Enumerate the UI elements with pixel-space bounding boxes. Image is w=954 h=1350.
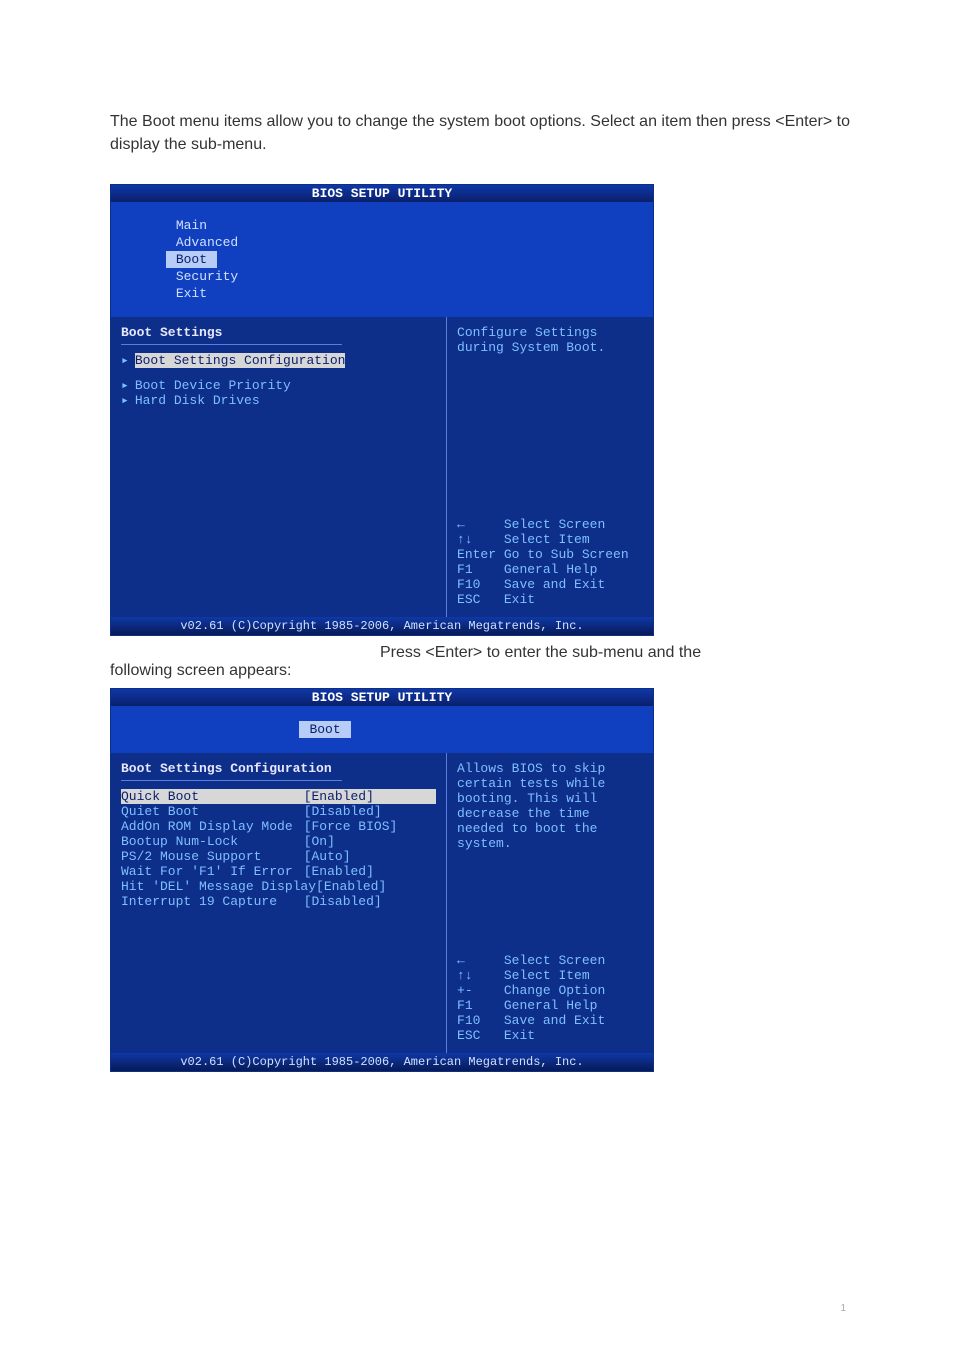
bios-key-legend: ← Select Screen ↑↓ Select Item Enter Go … (457, 517, 643, 607)
option-value: [On] (304, 834, 436, 849)
bios-menubar[interactable]: Main Advanced Boot Security Exit (111, 202, 653, 317)
bios-title: BIOS SETUP UTILITY (111, 689, 653, 706)
bios-help-text: Configure Settings during System Boot. (457, 325, 643, 355)
bios-title: BIOS SETUP UTILITY (111, 185, 653, 202)
option-label: Quiet Boot (121, 804, 304, 819)
tab-boot[interactable]: Boot (166, 251, 217, 268)
bios-copyright: v02.61 (C)Copyright 1985-2006, American … (111, 1053, 653, 1071)
menu-item-boot-device-priority[interactable]: ▸Boot Device Priority (121, 378, 436, 393)
tab-security[interactable]: Security (166, 268, 248, 285)
option-value: [Force BIOS] (304, 819, 436, 834)
intro-text: The Boot menu items allow you to change … (110, 110, 854, 156)
tab-advanced[interactable]: Advanced (166, 234, 248, 251)
bios-key-legend: ← Select Screen ↑↓ Select Item +- Change… (457, 953, 643, 1043)
menu-item-boot-settings-config[interactable]: ▸Boot Settings Configuration (121, 353, 436, 368)
bios-left-pane: Boot Settings Configuration Quick Boot[E… (111, 753, 447, 1053)
bios-screen-boot: BIOS SETUP UTILITY Main Advanced Boot Se… (110, 184, 654, 636)
page-number: 1 (840, 1303, 846, 1314)
bios-left-pane: Boot Settings ▸Boot Settings Configurati… (111, 317, 447, 617)
option-label: Interrupt 19 Capture (121, 894, 304, 909)
bios-help-text: Allows BIOS to skip certain tests while … (457, 761, 643, 851)
option-label: AddOn ROM Display Mode (121, 819, 304, 834)
option-quick-boot[interactable]: Quick Boot[Enabled] (121, 789, 436, 804)
tab-exit[interactable]: Exit (166, 285, 217, 302)
option-value: [Disabled] (304, 804, 436, 819)
bios-right-pane: Allows BIOS to skip certain tests while … (447, 753, 653, 1053)
mid-text: Press <Enter> to enter the sub-menu and … (110, 644, 854, 680)
option-ps-2-mouse-support[interactable]: PS/2 Mouse Support[Auto] (121, 849, 436, 864)
option-label: Hit 'DEL' Message Display (121, 879, 316, 894)
menu-item-hard-disk-drives[interactable]: ▸Hard Disk Drives (121, 393, 436, 408)
option-label: Quick Boot (121, 789, 304, 804)
bios-right-pane: Configure Settings during System Boot. ←… (447, 317, 653, 617)
boot-settings-heading: Boot Settings (121, 325, 436, 340)
triangle-right-icon: ▸ (121, 353, 129, 368)
tab-boot[interactable]: Boot (299, 721, 350, 738)
option-quiet-boot[interactable]: Quiet Boot[Disabled] (121, 804, 436, 819)
bios-copyright: v02.61 (C)Copyright 1985-2006, American … (111, 617, 653, 635)
triangle-right-icon: ▸ (121, 393, 129, 408)
boot-settings-config-heading: Boot Settings Configuration (121, 761, 436, 776)
option-label: Bootup Num-Lock (121, 834, 304, 849)
option-addon-rom-display-mode[interactable]: AddOn ROM Display Mode[Force BIOS] (121, 819, 436, 834)
option-value: [Enabled] (316, 879, 436, 894)
option-value: [Enabled] (304, 864, 436, 879)
bios-screen-boot-settings-config: BIOS SETUP UTILITY MainAdvancedBoot Boot… (110, 688, 654, 1072)
option-bootup-num-lock[interactable]: Bootup Num-Lock[On] (121, 834, 436, 849)
bios-menubar[interactable]: MainAdvancedBoot (111, 706, 653, 753)
option-label: Wait For 'F1' If Error (121, 864, 304, 879)
option-label: PS/2 Mouse Support (121, 849, 304, 864)
tab-main[interactable]: Main (166, 217, 217, 234)
option-value: [Disabled] (304, 894, 436, 909)
triangle-right-icon: ▸ (121, 378, 129, 393)
option-wait-for-f1-if-error[interactable]: Wait For 'F1' If Error[Enabled] (121, 864, 436, 879)
option-hit-del-message-display[interactable]: Hit 'DEL' Message Display[Enabled] (121, 879, 436, 894)
option-value: [Auto] (304, 849, 436, 864)
option-value: [Enabled] (304, 789, 436, 804)
option-interrupt-19-capture[interactable]: Interrupt 19 Capture[Disabled] (121, 894, 436, 909)
